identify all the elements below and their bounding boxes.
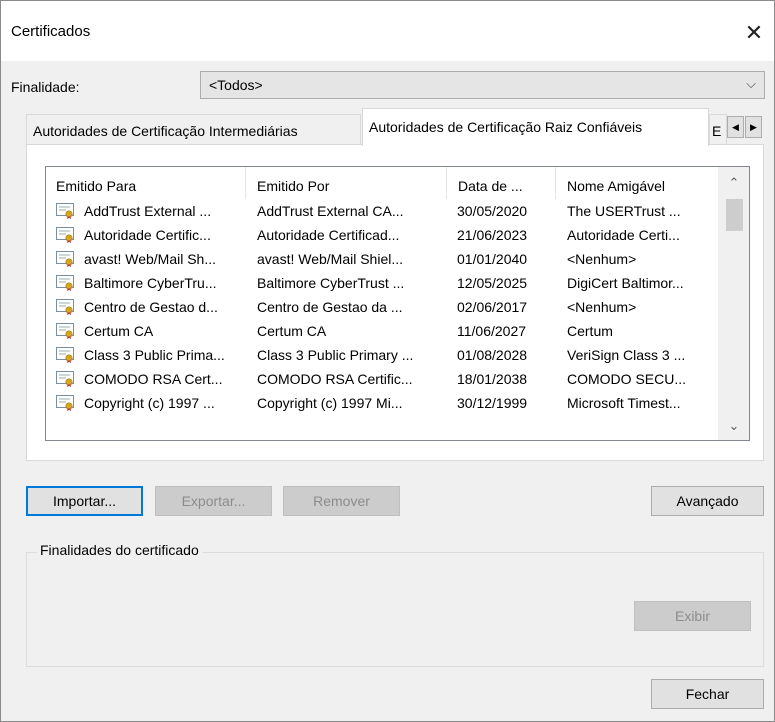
cell-issued-to: Centro de Gestao d... xyxy=(84,299,218,315)
tab-label: E xyxy=(712,123,722,139)
table-row[interactable]: Certum CA Certum CA 11/06/2027 Certum xyxy=(46,319,719,343)
cell-issued-by: Centro de Gestao da ... xyxy=(257,299,403,315)
certificate-icon xyxy=(56,251,74,267)
remove-button[interactable]: Remover xyxy=(283,486,400,516)
cell-issued-to: Autoridade Certific... xyxy=(84,227,211,243)
table-row[interactable]: COMODO RSA Cert... COMODO RSA Certific...… xyxy=(46,367,719,391)
certificate-icon xyxy=(56,395,74,411)
table-row[interactable]: Autoridade Certific... Autoridade Certifi… xyxy=(46,223,719,247)
cell-expiration: 12/05/2025 xyxy=(457,275,528,291)
purpose-label: Finalidade: xyxy=(11,79,80,95)
window-title: Certificados xyxy=(11,23,91,40)
cell-expiration: 11/06/2027 xyxy=(457,323,527,339)
column-header-expiration[interactable]: Data de ... xyxy=(448,167,556,199)
cell-issued-to: Baltimore CyberTru... xyxy=(84,275,217,291)
column-header-issued-by[interactable]: Emitido Por xyxy=(247,167,447,199)
tab-label: Autoridades de Certificação Intermediári… xyxy=(33,123,298,139)
table-row[interactable]: Class 3 Public Prima... Class 3 Public Pr… xyxy=(46,343,719,367)
cell-expiration: 21/06/2023 xyxy=(457,227,528,243)
tab-intermediate-ca[interactable]: Autoridades de Certificação Intermediári… xyxy=(26,114,361,144)
cell-issued-by: Autoridade Certificad... xyxy=(257,227,400,243)
cell-friendly-name: <Nenhum> xyxy=(567,299,637,315)
table-row[interactable]: avast! Web/Mail Sh... avast! Web/Mail Shi… xyxy=(46,247,719,271)
cell-expiration: 30/05/2020 xyxy=(457,203,528,219)
scrollbar-thumb[interactable] xyxy=(726,199,743,231)
cell-friendly-name: COMODO SECU... xyxy=(567,371,687,387)
cell-issued-to: COMODO RSA Cert... xyxy=(84,371,223,387)
certificate-purposes-label: Finalidades do certificado xyxy=(37,542,202,558)
table-row[interactable]: AddTrust External ... AddTrust External C… xyxy=(46,199,719,223)
chevron-left-icon[interactable]: ◀ xyxy=(727,116,744,138)
tab-label: Autoridades de Certificação Raiz Confiáv… xyxy=(369,119,643,135)
cell-friendly-name: <Nenhum> xyxy=(567,251,637,267)
certificate-icon xyxy=(56,323,74,339)
tab-scroll: ◀ ▶ xyxy=(727,116,763,138)
cell-expiration: 02/06/2017 xyxy=(457,299,528,315)
certificate-icon xyxy=(56,203,74,219)
table-row[interactable]: Baltimore CyberTru... Baltimore CyberTrus… xyxy=(46,271,719,295)
cell-friendly-name: The USERTrust ... xyxy=(567,203,681,219)
cell-issued-to: Copyright (c) 1997 ... xyxy=(84,395,215,411)
column-header-friendly-name[interactable]: Nome Amigável xyxy=(557,167,719,199)
cell-issued-by: Class 3 Public Primary ... xyxy=(257,347,414,363)
purpose-select[interactable]: <Todos> ⌵ xyxy=(200,71,765,99)
cell-expiration: 01/08/2028 xyxy=(457,347,528,363)
export-button[interactable]: Exportar... xyxy=(155,486,272,516)
tab-overflow[interactable]: E xyxy=(709,114,727,144)
purpose-select-value: <Todos> xyxy=(209,77,263,93)
chevron-up-icon[interactable]: ⌃ xyxy=(719,171,749,195)
view-button[interactable]: Exibir xyxy=(634,601,751,631)
certificate-icon xyxy=(56,275,74,291)
vertical-scrollbar[interactable]: ⌃ ⌄ xyxy=(718,167,749,440)
advanced-button[interactable]: Avançado xyxy=(651,486,764,516)
cell-friendly-name: VeriSign Class 3 ... xyxy=(567,347,686,363)
chevron-down-icon: ⌵ xyxy=(746,76,756,91)
table-row[interactable]: Copyright (c) 1997 ... Copyright (c) 1997… xyxy=(46,391,719,415)
cell-issued-to: Certum CA xyxy=(84,323,154,339)
tab-trusted-root-ca[interactable]: Autoridades de Certificação Raiz Confiáv… xyxy=(362,108,709,146)
cell-issued-by: avast! Web/Mail Shiel... xyxy=(257,251,404,267)
certificate-icon xyxy=(56,347,74,363)
cell-issued-by: Certum CA xyxy=(257,323,327,339)
cell-friendly-name: Microsoft Timest... xyxy=(567,395,681,411)
close-button[interactable]: Fechar xyxy=(651,679,764,709)
close-icon[interactable]: ✕ xyxy=(734,15,774,51)
cell-friendly-name: DigiCert Baltimor... xyxy=(567,275,684,291)
certificate-list[interactable]: Emitido Para Emitido Por Data de ... Nom… xyxy=(45,166,750,441)
column-header-issued-to[interactable]: Emitido Para xyxy=(46,167,246,199)
cell-issued-to: avast! Web/Mail Sh... xyxy=(84,251,217,267)
certificate-icon xyxy=(56,227,74,243)
cell-friendly-name: Certum xyxy=(567,323,613,339)
import-button[interactable]: Importar... xyxy=(26,486,143,516)
cell-issued-to: Class 3 Public Prima... xyxy=(84,347,225,363)
cell-expiration: 30/12/1999 xyxy=(457,395,528,411)
table-row[interactable]: Centro de Gestao d... Centro de Gestao da… xyxy=(46,295,719,319)
list-header: Emitido Para Emitido Por Data de ... Nom… xyxy=(46,167,719,199)
cell-expiration: 01/01/2040 xyxy=(457,251,528,267)
title-bar: Certificados ✕ xyxy=(1,1,774,61)
cell-issued-by: Baltimore CyberTrust ... xyxy=(257,275,405,291)
cell-issued-to: AddTrust External ... xyxy=(84,203,212,219)
chevron-down-icon[interactable]: ⌄ xyxy=(719,414,749,438)
certificate-icon xyxy=(56,371,74,387)
cell-issued-by: AddTrust External CA... xyxy=(257,203,404,219)
certificates-dialog: Certificados ✕ Finalidade: <Todos> ⌵ Aut… xyxy=(0,0,775,722)
cell-friendly-name: Autoridade Certi... xyxy=(567,227,680,243)
cell-expiration: 18/01/2038 xyxy=(457,371,528,387)
certificate-icon xyxy=(56,299,74,315)
cell-issued-by: Copyright (c) 1997 Mi... xyxy=(257,395,403,411)
cell-issued-by: COMODO RSA Certific... xyxy=(257,371,413,387)
chevron-right-icon[interactable]: ▶ xyxy=(745,116,762,138)
